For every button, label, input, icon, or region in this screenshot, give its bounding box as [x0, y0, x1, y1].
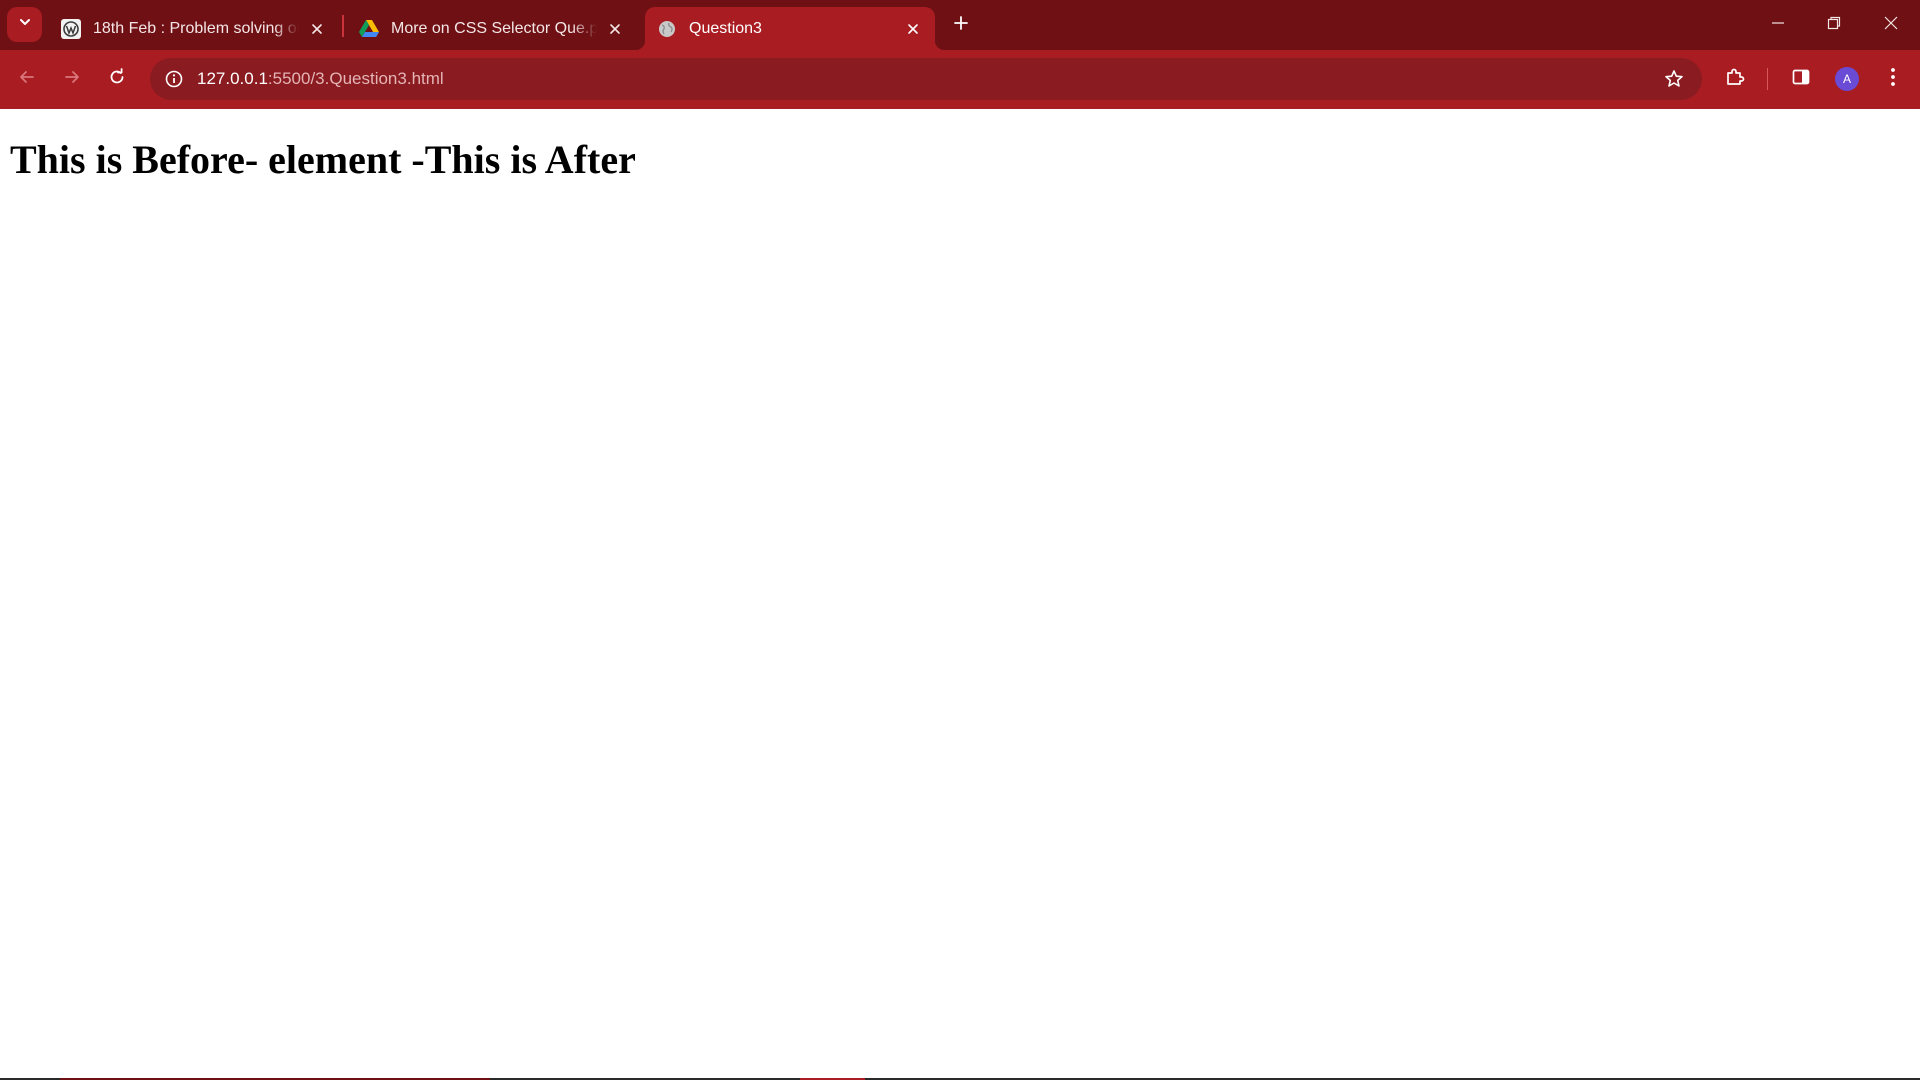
- new-tab-button[interactable]: [945, 9, 977, 41]
- close-icon[interactable]: [603, 17, 627, 41]
- puzzle-icon: [1725, 67, 1745, 92]
- tab-problem-solving[interactable]: 18th Feb : Problem solving on t: [49, 7, 339, 50]
- tab-title: Question3: [689, 19, 762, 37]
- window-close-button[interactable]: [1862, 0, 1919, 50]
- google-drive-icon: [359, 19, 379, 39]
- avatar: A: [1835, 67, 1859, 91]
- toolbar-divider: [1767, 68, 1768, 90]
- tab-question3[interactable]: Question3: [635, 7, 945, 50]
- menu-button[interactable]: [1875, 61, 1911, 97]
- globe-icon: [657, 19, 677, 39]
- close-icon[interactable]: [305, 17, 329, 41]
- forward-button[interactable]: [54, 61, 90, 97]
- profile-button[interactable]: A: [1829, 61, 1865, 97]
- extensions-button[interactable]: [1717, 61, 1753, 97]
- tab-separator: [342, 15, 344, 37]
- bookmark-star-icon[interactable]: [1658, 63, 1690, 95]
- side-panel-button[interactable]: [1783, 61, 1819, 97]
- tab-search-button[interactable]: [7, 7, 42, 42]
- close-icon: [1884, 16, 1898, 35]
- page-heading: This is Before- element -This is After: [10, 137, 636, 182]
- site-info-icon[interactable]: [159, 64, 189, 94]
- minimize-icon: [1771, 16, 1785, 35]
- reload-icon: [108, 67, 126, 91]
- arrow-right-icon: [63, 68, 81, 91]
- back-button[interactable]: [9, 61, 45, 97]
- more-vertical-icon: [1890, 67, 1896, 92]
- browser-toolbar: 127.0.0.1:5500/3.Question3.html A: [0, 50, 1920, 109]
- wordpress-icon: [61, 18, 81, 39]
- minimize-button[interactable]: [1749, 0, 1806, 50]
- url-path: :5500/3.Question3.html: [267, 69, 444, 88]
- tab-css-selector-pdf[interactable]: More on CSS Selector Que.pdf -: [347, 7, 637, 50]
- restore-icon: [1827, 16, 1841, 35]
- address-bar[interactable]: 127.0.0.1:5500/3.Question3.html: [150, 58, 1702, 100]
- tab-title: More on CSS Selector Que.pdf -: [391, 19, 597, 37]
- tab-title: 18th Feb : Problem solving on t: [93, 19, 299, 37]
- tab-strip: 18th Feb : Problem solving on t More on …: [0, 0, 1920, 50]
- restore-button[interactable]: [1805, 0, 1862, 50]
- page-content: This is Before- element -This is After: [0, 109, 1920, 1078]
- close-icon[interactable]: [901, 17, 925, 41]
- url-text[interactable]: 127.0.0.1:5500/3.Question3.html: [197, 69, 444, 89]
- side-panel-icon: [1791, 67, 1811, 92]
- arrow-left-icon: [18, 68, 36, 91]
- chevron-down-icon: [18, 15, 32, 34]
- url-host: 127.0.0.1: [197, 69, 268, 88]
- reload-button[interactable]: [99, 61, 135, 97]
- plus-icon: [953, 15, 969, 36]
